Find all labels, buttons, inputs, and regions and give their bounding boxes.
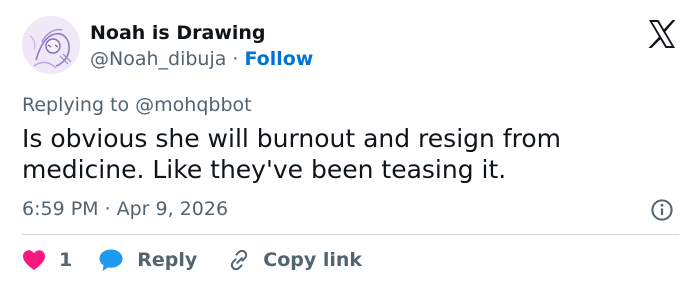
author-handle-row: @Noah_dibuja · Follow xyxy=(90,47,313,71)
speech-bubble-icon xyxy=(99,249,123,271)
x-logo-icon[interactable] xyxy=(646,18,678,50)
action-bar: 1 Reply Copy link xyxy=(22,244,362,276)
follow-link[interactable]: Follow xyxy=(244,48,313,70)
reply-button[interactable]: Reply xyxy=(98,248,197,272)
tweet-text: Is obvious she will burnout and resign f… xyxy=(22,124,561,184)
author-display-name[interactable]: Noah is Drawing xyxy=(90,21,266,45)
like-count: 1 xyxy=(59,249,73,271)
like-button[interactable]: 1 xyxy=(22,249,72,271)
author-handle[interactable]: @Noah_dibuja xyxy=(90,48,226,70)
avatar-sketch-icon xyxy=(22,16,80,74)
tweet-timestamp[interactable]: 6:59 PM · Apr 9, 2026 xyxy=(22,196,228,222)
tweet-time[interactable]: 6:59 PM xyxy=(22,198,99,220)
heart-icon xyxy=(23,250,45,270)
copy-link-button[interactable]: Copy link xyxy=(227,248,362,272)
handle-separator: · xyxy=(232,48,239,70)
reply-context: Replying to @mohqbbot xyxy=(22,92,252,118)
reply-label: Reply xyxy=(137,249,198,271)
info-icon[interactable] xyxy=(650,198,674,222)
reply-context-prefix: Replying to xyxy=(22,94,130,116)
tweet-date[interactable]: Apr 9, 2026 xyxy=(117,198,228,220)
copy-link-label: Copy link xyxy=(263,249,363,271)
reply-mention-link[interactable]: @mohqbbot xyxy=(135,94,251,116)
tweet-embed: Noah is Drawing @Noah_dibuja · Follow Repl… xyxy=(0,0,700,287)
timestamp-separator: · xyxy=(104,198,111,220)
link-icon xyxy=(231,249,248,271)
avatar[interactable] xyxy=(22,16,80,74)
divider xyxy=(22,234,679,235)
